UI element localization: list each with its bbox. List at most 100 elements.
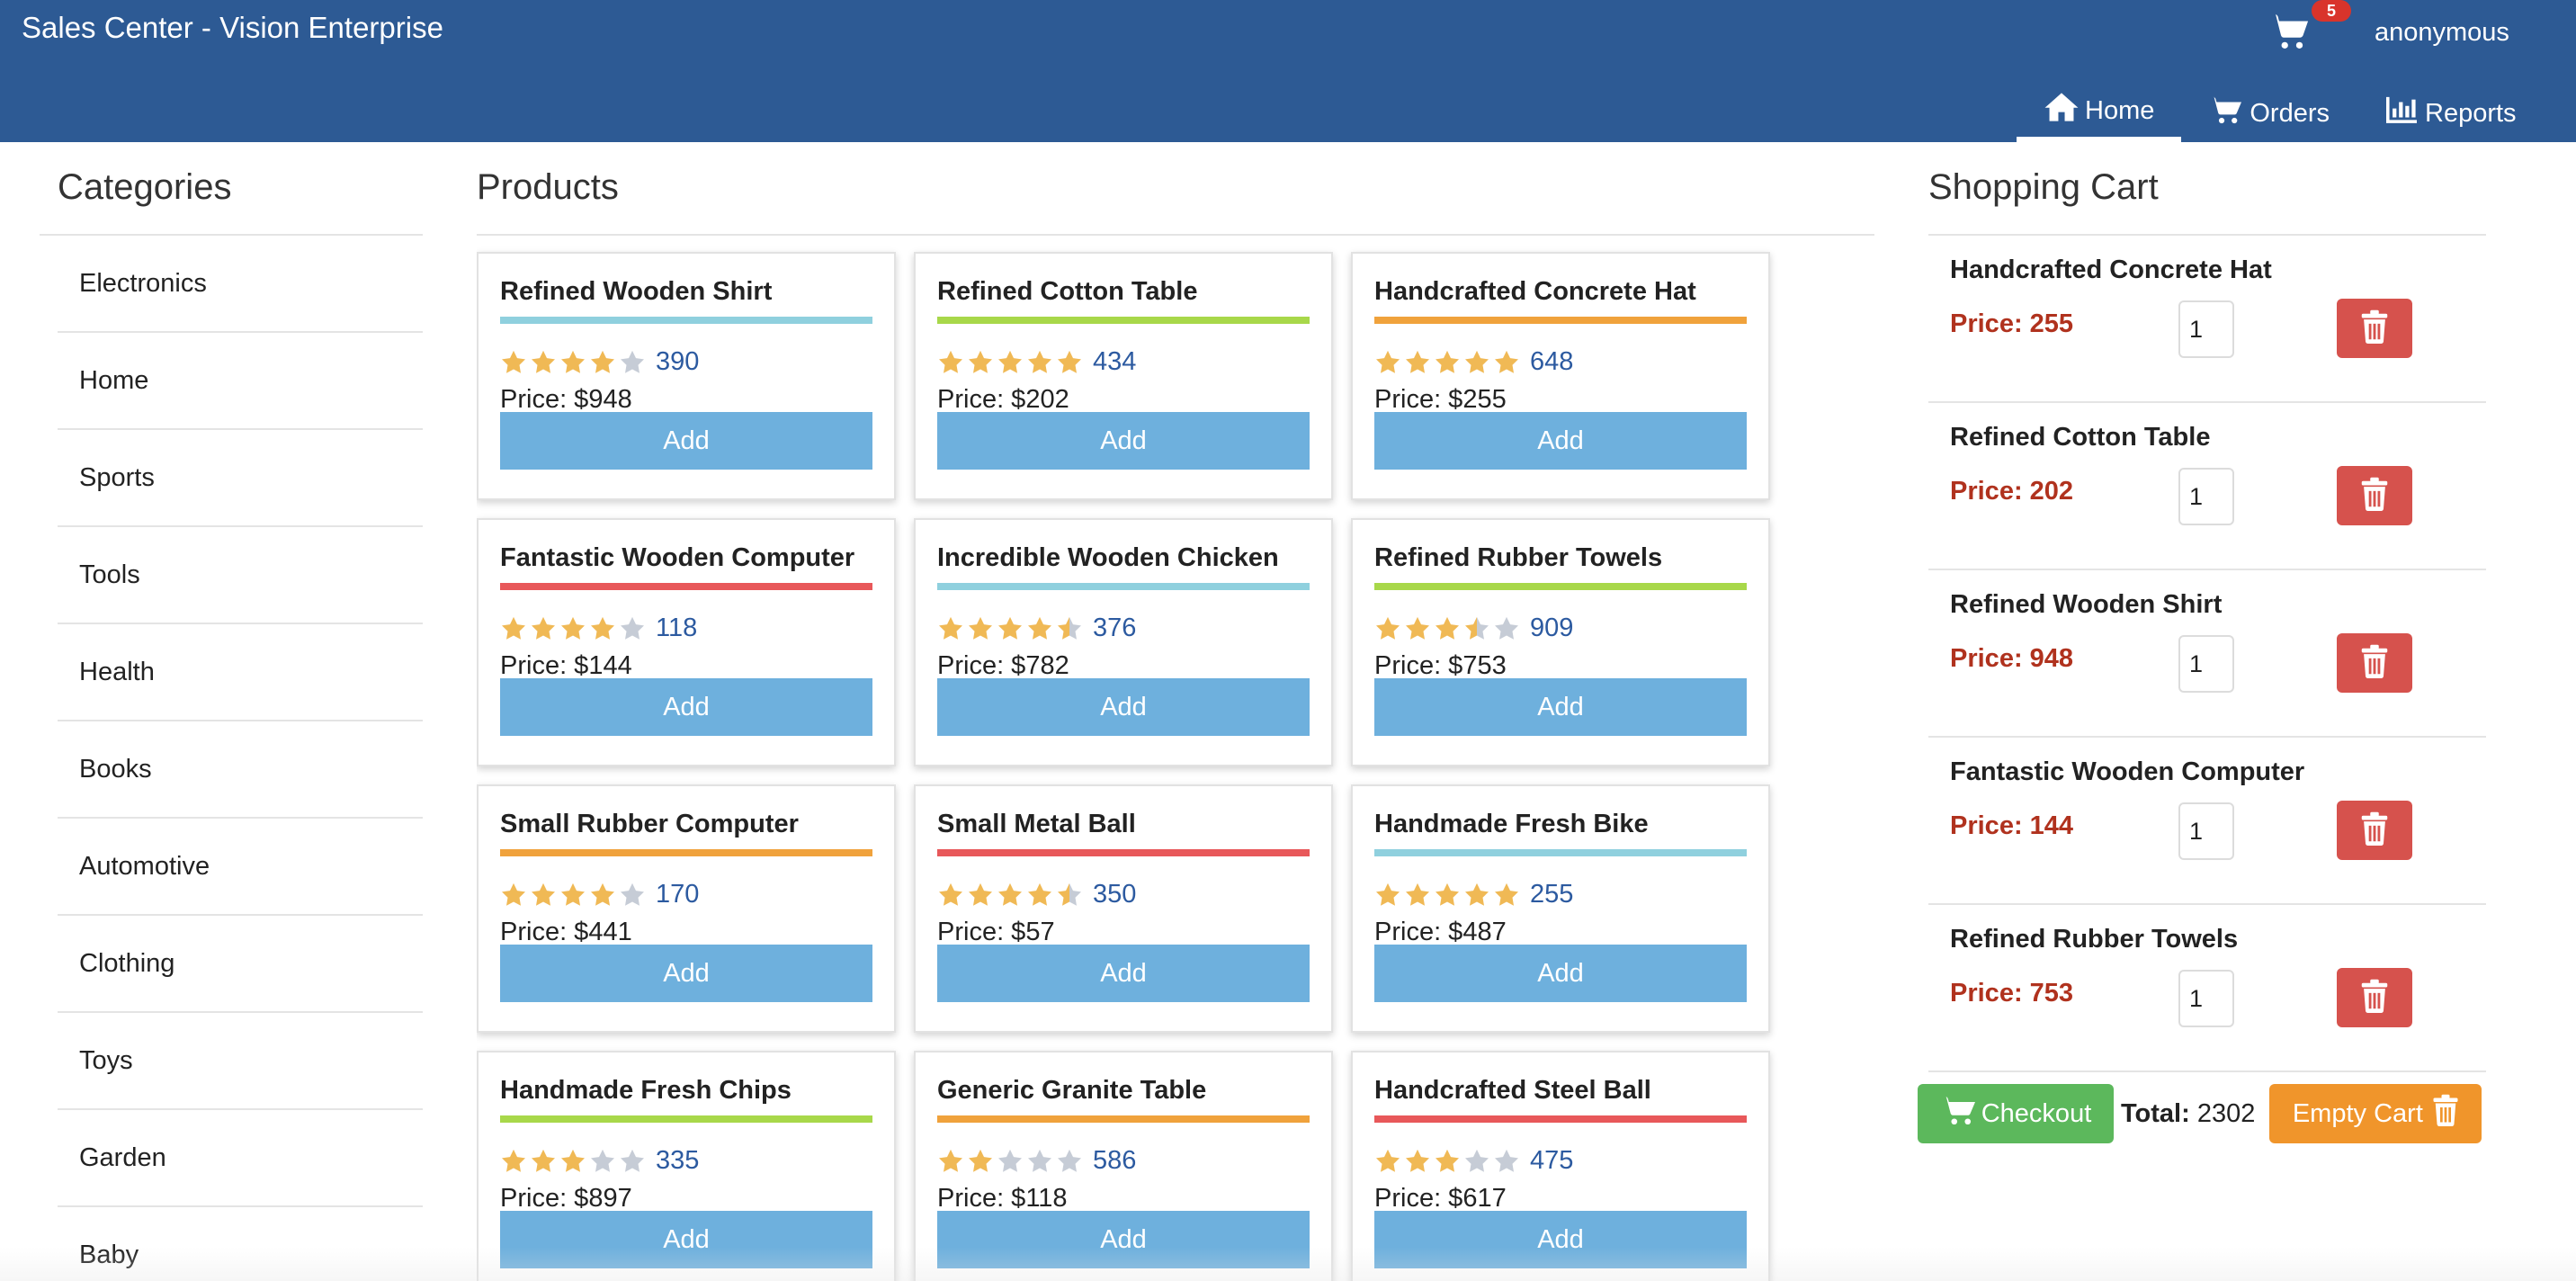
add-to-cart-button[interactable]: Add	[937, 945, 1310, 1002]
nav-orders[interactable]: Orders	[2181, 85, 2357, 142]
product-color-bar	[937, 583, 1310, 590]
app-title[interactable]: Sales Center - Vision Enterprise	[22, 11, 443, 45]
star-icon	[502, 1149, 525, 1172]
add-to-cart-button[interactable]: Add	[500, 678, 872, 736]
add-to-cart-button[interactable]: Add	[937, 412, 1310, 470]
product-color-bar	[937, 849, 1310, 856]
rating-count[interactable]: 909	[1530, 614, 1573, 643]
nav-reports[interactable]: Reports	[2357, 85, 2544, 142]
remove-item-button[interactable]	[2337, 299, 2412, 358]
rating-count[interactable]: 376	[1093, 614, 1136, 643]
checkout-button[interactable]: Checkout	[1918, 1084, 2114, 1143]
add-to-cart-button[interactable]: Add	[500, 1211, 872, 1268]
product-name[interactable]: Handmade Fresh Bike	[1374, 810, 1649, 839]
cart-icon[interactable]	[2268, 11, 2310, 52]
trash-icon	[2360, 309, 2389, 348]
category-item-tools[interactable]: Tools	[58, 527, 423, 624]
add-to-cart-button[interactable]: Add	[937, 678, 1310, 736]
add-to-cart-button[interactable]: Add	[500, 945, 872, 1002]
product-color-bar	[1374, 583, 1747, 590]
add-to-cart-button[interactable]: Add	[1374, 945, 1747, 1002]
empty-cart-button[interactable]: Empty Cart	[2269, 1084, 2482, 1143]
rating-count[interactable]: 390	[656, 347, 699, 377]
rating-count[interactable]: 434	[1093, 347, 1136, 377]
rating-count[interactable]: 475	[1530, 1146, 1573, 1176]
product-name[interactable]: Handmade Fresh Chips	[500, 1076, 792, 1106]
rating-count[interactable]: 586	[1093, 1146, 1136, 1176]
category-item-books[interactable]: Books	[58, 721, 423, 819]
star-icon	[939, 1149, 962, 1172]
product-name[interactable]: Small Metal Ball	[937, 810, 1136, 839]
rating-count[interactable]: 118	[656, 614, 697, 643]
star-icon	[998, 1149, 1022, 1172]
star-icon	[1028, 882, 1051, 906]
add-to-cart-button[interactable]: Add	[937, 1211, 1310, 1268]
checkout-label: Checkout	[1981, 1098, 2092, 1128]
cart-count-badge: 5	[2312, 0, 2351, 22]
category-item-clothing[interactable]: Clothing	[58, 916, 423, 1013]
product-name[interactable]: Fantastic Wooden Computer	[500, 543, 854, 573]
category-item-garden[interactable]: Garden	[58, 1110, 423, 1207]
add-to-cart-button[interactable]: Add	[1374, 678, 1747, 736]
category-item-automotive[interactable]: Automotive	[58, 819, 423, 916]
rating-count[interactable]: 255	[1530, 880, 1573, 909]
star-icon	[561, 882, 585, 906]
product-price: Price: $782	[937, 651, 1069, 680]
product-rating: 255	[1374, 880, 1573, 909]
product-name[interactable]: Incredible Wooden Chicken	[937, 543, 1279, 573]
product-rating: 350	[937, 880, 1136, 909]
trash-icon	[2360, 644, 2389, 683]
category-item-electronics[interactable]: Electronics	[58, 236, 423, 333]
remove-item-button[interactable]	[2337, 968, 2412, 1027]
category-item-home[interactable]: Home	[58, 333, 423, 430]
remove-item-button[interactable]	[2337, 466, 2412, 525]
add-to-cart-button[interactable]: Add	[500, 412, 872, 470]
star-icon	[1376, 1149, 1400, 1172]
categories-panel: Categories Electronics Home Sports Tools…	[40, 162, 423, 1281]
star-icon	[1436, 616, 1459, 640]
add-to-cart-button[interactable]: Add	[1374, 412, 1747, 470]
star-icon	[969, 350, 992, 373]
star-icon	[621, 616, 644, 640]
total-label: Total:	[2121, 1098, 2190, 1128]
add-to-cart-button[interactable]: Add	[1374, 1211, 1747, 1268]
rating-count[interactable]: 648	[1530, 347, 1573, 377]
product-name[interactable]: Handcrafted Steel Ball	[1374, 1076, 1651, 1106]
remove-item-button[interactable]	[2337, 633, 2412, 693]
product-color-bar	[1374, 1115, 1747, 1123]
product-price: Price: $948	[500, 385, 632, 414]
product-name[interactable]: Small Rubber Computer	[500, 810, 799, 839]
product-name[interactable]: Refined Cotton Table	[937, 277, 1197, 307]
product-name[interactable]: Handcrafted Concrete Hat	[1374, 277, 1696, 307]
rating-count[interactable]: 170	[656, 880, 699, 909]
trash-icon	[2360, 811, 2389, 850]
remove-item-button[interactable]	[2337, 801, 2412, 860]
product-name[interactable]: Refined Rubber Towels	[1374, 543, 1662, 573]
cart-title: Shopping Cart	[1928, 162, 2486, 236]
star-icon	[1495, 616, 1518, 640]
nav-home[interactable]: Home	[2017, 85, 2182, 142]
quantity-input[interactable]	[2178, 970, 2234, 1027]
product-color-bar	[1374, 317, 1747, 324]
rating-count[interactable]: 335	[656, 1146, 699, 1176]
product-price: Price: $753	[1374, 651, 1507, 680]
user-name[interactable]: anonymous	[2375, 18, 2509, 48]
main-nav: Home Orders Reports	[2017, 85, 2544, 142]
product-name[interactable]: Refined Wooden Shirt	[500, 277, 772, 307]
cart-item: Refined Rubber Towels Price: 753	[1928, 905, 2486, 1072]
category-item-sports[interactable]: Sports	[58, 430, 423, 527]
category-item-toys[interactable]: Toys	[58, 1013, 423, 1110]
quantity-input[interactable]	[2178, 300, 2234, 358]
rating-count[interactable]: 350	[1093, 880, 1136, 909]
trash-icon	[2432, 1094, 2459, 1133]
star-icon	[998, 616, 1022, 640]
category-item-health[interactable]: Health	[58, 624, 423, 721]
product-card: Small Rubber Computer 170 Price: $441 Add	[477, 784, 896, 1033]
category-item-baby[interactable]: Baby	[58, 1207, 423, 1281]
star-icon	[502, 882, 525, 906]
quantity-input[interactable]	[2178, 802, 2234, 860]
quantity-input[interactable]	[2178, 635, 2234, 693]
quantity-input[interactable]	[2178, 468, 2234, 525]
product-card: Refined Cotton Table 434 Price: $202 Add	[914, 252, 1333, 500]
product-name[interactable]: Generic Granite Table	[937, 1076, 1206, 1106]
